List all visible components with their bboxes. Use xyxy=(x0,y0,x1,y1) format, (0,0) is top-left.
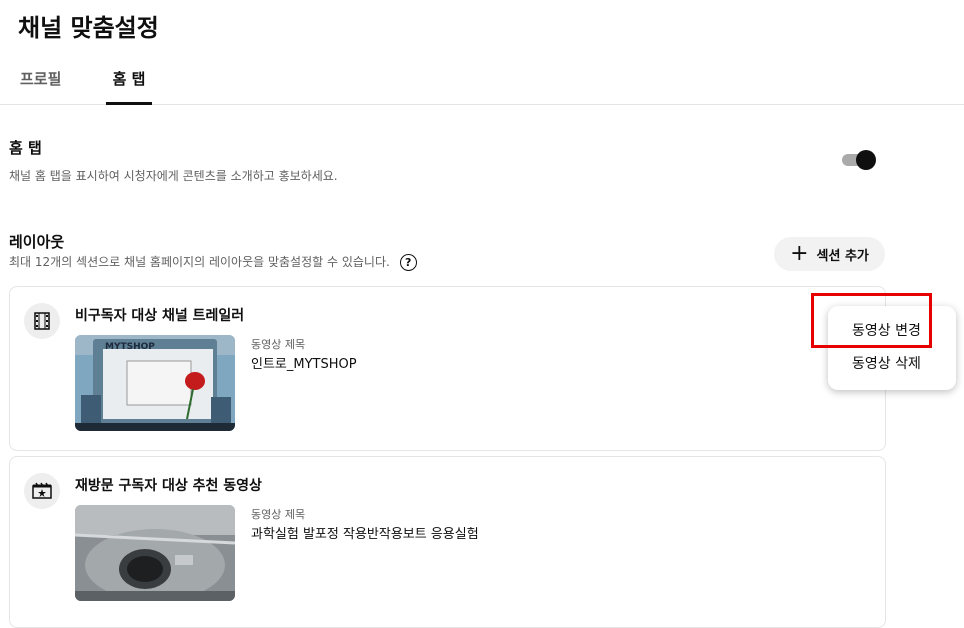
trailer-icon xyxy=(24,303,60,339)
highlight-box xyxy=(811,293,932,348)
home-tab-title: 홈 탭 xyxy=(9,139,42,157)
video-title-value: 과학실험 발포정 작용반작용보트 응용실험 xyxy=(251,527,479,542)
section-card-trailer[interactable]: 비구독자 대상 채널 트레일러 MYTSHOP 동영상 제목 인트로_MYTSH… xyxy=(9,286,886,451)
home-tab-toggle[interactable] xyxy=(840,150,876,170)
thumbnail-text: MYTSHOP xyxy=(105,342,155,352)
tab-bar: 프로필 홈 탭 xyxy=(0,60,964,105)
plus-icon: + xyxy=(790,241,809,266)
layout-title: 레이아웃 xyxy=(9,233,65,251)
video-title-value: 인트로_MYTSHOP xyxy=(251,357,357,372)
video-thumbnail[interactable]: MYTSHOP xyxy=(75,335,235,431)
video-title-label: 동영상 제목 xyxy=(251,338,306,351)
featured-video-icon xyxy=(24,473,60,509)
video-title-label: 동영상 제목 xyxy=(251,508,306,521)
toggle-knob xyxy=(856,150,876,170)
section-title: 재방문 구독자 대상 추천 동영상 xyxy=(75,478,262,494)
page-title: 채널 맞춤설정 xyxy=(18,14,159,42)
video-thumbnail[interactable] xyxy=(75,505,235,601)
section-title: 비구독자 대상 채널 트레일러 xyxy=(75,308,245,324)
layout-description-row: 최대 12개의 섹션으로 채널 홈페이지의 레이아웃을 맞춤설정할 수 있습니다… xyxy=(9,253,417,271)
add-section-button[interactable]: + 섹션 추가 xyxy=(774,237,885,271)
tab-profile[interactable]: 프로필 xyxy=(20,68,61,102)
home-tab-description: 채널 홈 탭을 표시하여 시청자에게 콘텐츠를 소개하고 홍보하세요. xyxy=(9,169,338,183)
delete-video-menu-item[interactable]: 동영상 삭제 xyxy=(852,353,921,373)
help-icon[interactable]: ? xyxy=(399,254,417,271)
tab-home[interactable]: 홈 탭 xyxy=(106,68,152,105)
section-card-featured[interactable]: 재방문 구독자 대상 추천 동영상 동영상 제목 과학실험 발포정 작용반작용보… xyxy=(9,456,886,628)
add-section-label: 섹션 추가 xyxy=(816,248,869,264)
layout-description: 최대 12개의 섹션으로 채널 홈페이지의 레이아웃을 맞춤설정할 수 있습니다… xyxy=(9,255,390,269)
